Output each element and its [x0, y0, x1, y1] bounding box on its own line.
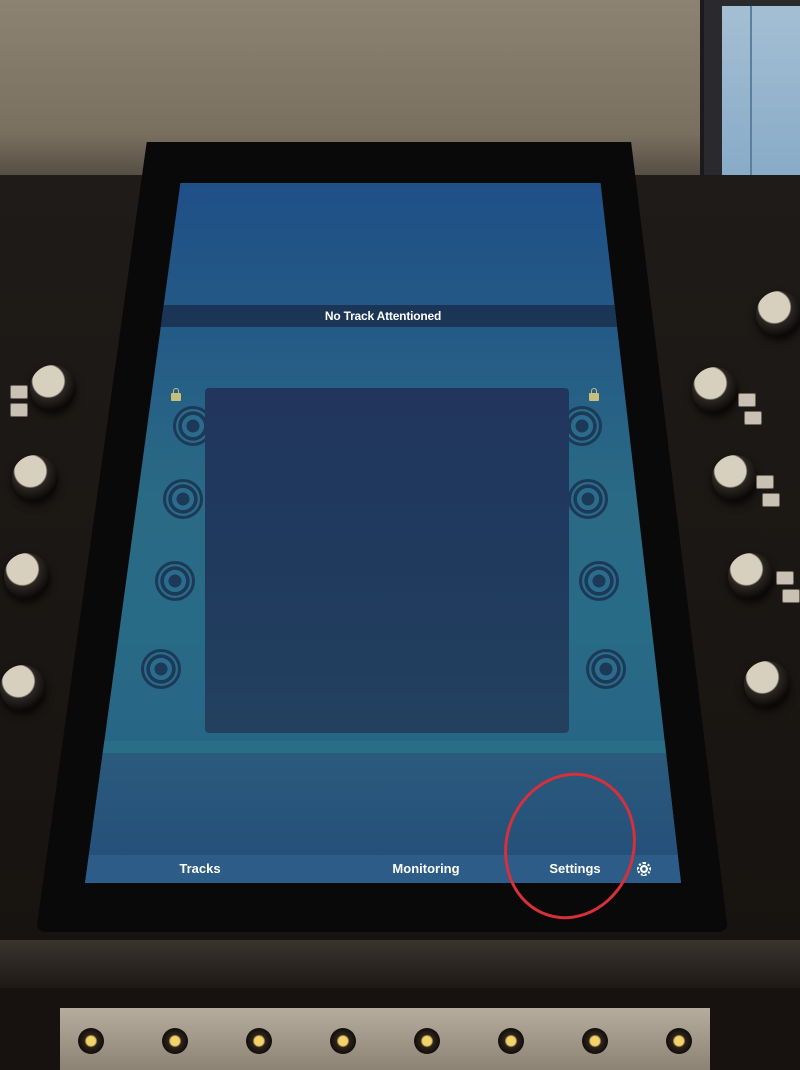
- rotary-control-left-3[interactable]: [155, 561, 195, 601]
- info-area: [85, 753, 681, 855]
- console-knob[interactable]: [744, 661, 790, 707]
- rotary-control-right-2[interactable]: [568, 479, 608, 519]
- console-knob[interactable]: [12, 455, 58, 501]
- bottom-tab-bar: Tracks Monitoring Settings: [85, 855, 681, 883]
- console-knob[interactable]: [692, 367, 738, 413]
- console-knob[interactable]: [756, 291, 800, 337]
- console-key[interactable]: [738, 393, 756, 407]
- track-header: No Track Attentioned: [85, 305, 681, 327]
- console-key[interactable]: [10, 403, 28, 417]
- tab-settings[interactable]: Settings: [537, 855, 613, 883]
- console-knob[interactable]: [712, 455, 758, 501]
- console-key[interactable]: [782, 589, 800, 603]
- gear-icon[interactable]: [637, 862, 651, 876]
- console-led-button[interactable]: [246, 1028, 272, 1054]
- console-led-button[interactable]: [582, 1028, 608, 1054]
- touchscreen: No Track Attentioned In In Tracks Monito…: [85, 183, 681, 883]
- rotary-control-right-4[interactable]: [586, 649, 626, 689]
- console-knob[interactable]: [30, 365, 76, 411]
- console-key[interactable]: [756, 475, 774, 489]
- lock-icon[interactable]: [171, 388, 181, 401]
- section-divider: [85, 741, 681, 753]
- console-knob[interactable]: [0, 665, 46, 711]
- console-led-button[interactable]: [162, 1028, 188, 1054]
- tab-monitoring[interactable]: Monitoring: [381, 855, 471, 883]
- tab-tracks[interactable]: Tracks: [165, 855, 235, 883]
- lock-icon[interactable]: [589, 388, 599, 401]
- console-led-button[interactable]: [414, 1028, 440, 1054]
- console-button-panel: [60, 1008, 710, 1070]
- console-knob[interactable]: [4, 553, 50, 599]
- rotary-control-right-3[interactable]: [579, 561, 619, 601]
- console-strip: [0, 940, 800, 988]
- console-key[interactable]: [776, 571, 794, 585]
- console-key[interactable]: [744, 411, 762, 425]
- console-key[interactable]: [10, 385, 28, 399]
- console-key[interactable]: [762, 493, 780, 507]
- console-lower-deck: [0, 940, 800, 1070]
- rotary-control-left-4[interactable]: [141, 649, 181, 689]
- console-led-button[interactable]: [330, 1028, 356, 1054]
- console-led-button[interactable]: [498, 1028, 524, 1054]
- console-led-button[interactable]: [666, 1028, 692, 1054]
- console-led-button[interactable]: [78, 1028, 104, 1054]
- xy-pad[interactable]: [205, 388, 569, 733]
- rotary-control-left-2[interactable]: [163, 479, 203, 519]
- console-knob[interactable]: [728, 553, 774, 599]
